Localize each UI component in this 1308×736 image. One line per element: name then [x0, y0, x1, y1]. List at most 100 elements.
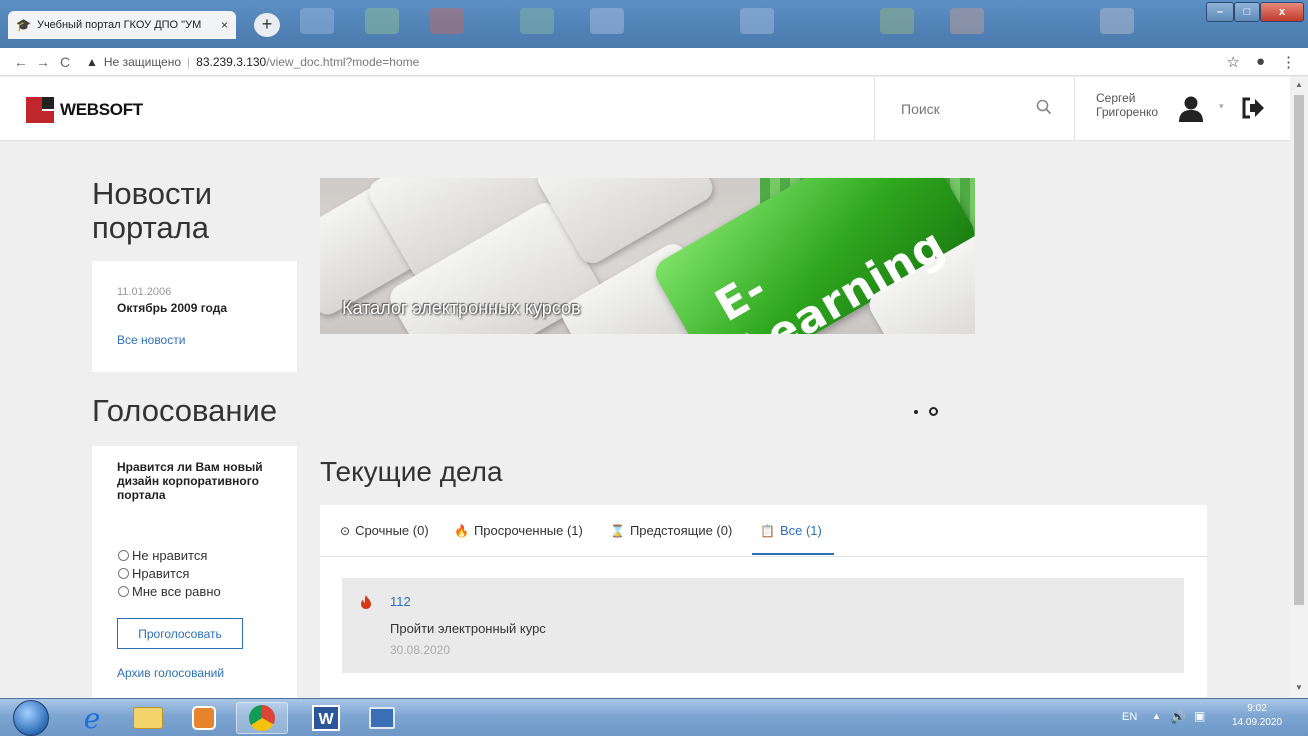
poll-option[interactable]: Мне все равно — [118, 582, 221, 600]
background-window-icon — [740, 8, 774, 34]
scroll-up-arrow-icon[interactable]: ▲ — [1295, 80, 1303, 89]
radio-button[interactable] — [118, 585, 129, 597]
search-box — [874, 77, 1074, 141]
news-date: 11.01.2006 — [117, 286, 172, 298]
file-explorer-icon[interactable] — [122, 702, 174, 734]
network-app-icon[interactable] — [356, 702, 408, 734]
websoft-logo-icon — [26, 97, 54, 123]
user-name: Сергей Григоренко — [1096, 91, 1158, 119]
clock-icon: ⊙ — [340, 523, 351, 538]
banner-caption: Каталог электронных курсов — [342, 298, 581, 318]
news-title[interactable]: Октябрь 2009 года — [117, 301, 227, 315]
profile-icon[interactable]: ● — [1256, 53, 1265, 71]
task-number-link[interactable]: 112 — [390, 594, 411, 609]
chevron-down-icon[interactable]: ▾ — [1219, 101, 1224, 112]
windows-taskbar: e W EN ▲ 🔊 ▣ 9:02 14.09.2020 — [0, 698, 1308, 736]
poll-option-label: Нравится — [132, 565, 190, 581]
browser-tab-active[interactable]: 🎓 Учебный портал ГКОУ ДПО "УМ × — [8, 11, 236, 39]
back-arrow-icon[interactable]: ← — [10, 54, 32, 70]
scroll-down-arrow-icon[interactable]: ▼ — [1295, 683, 1303, 692]
background-window-icon — [590, 8, 624, 34]
slide-dot[interactable] — [914, 409, 918, 414]
poll-option[interactable]: Нравится — [118, 564, 221, 582]
new-tab-button[interactable]: + — [254, 13, 280, 37]
window-minimize-button[interactable]: – — [1206, 2, 1234, 22]
clipboard-icon: 📋 — [760, 523, 775, 538]
volume-icon[interactable]: 🔊 — [1170, 709, 1186, 725]
poll-options: Не нравится Нравится Мне все равно — [118, 546, 221, 600]
clock[interactable]: 9:02 14.09.2020 — [1232, 702, 1282, 730]
reload-icon[interactable]: C — [54, 54, 76, 70]
clock-date: 14.09.2020 — [1232, 717, 1283, 728]
bookmark-star-icon[interactable]: ☆ — [1226, 53, 1239, 71]
slide-dot-active[interactable] — [929, 407, 938, 416]
user-menu[interactable]: Сергей Григоренко ▾ — [1074, 77, 1290, 141]
browser-tab-strip: 🎓 Учебный портал ГКОУ ДПО "УМ × + – □ x — [0, 0, 1308, 48]
portal-header: WEBSOFT Сергей Григоренко ▾ — [0, 77, 1290, 141]
websoft-logo[interactable]: WEBSOFT — [26, 97, 143, 123]
news-heading: Новости портала — [92, 176, 213, 245]
all-news-link[interactable]: Все новости — [117, 333, 185, 347]
tray-expand-icon[interactable]: ▲ — [1152, 711, 1161, 721]
tab-close-icon[interactable]: × — [221, 18, 228, 32]
tasks-heading: Текущие дела — [320, 456, 503, 487]
poll-option[interactable]: Не нравится — [118, 546, 221, 564]
task-title: Пройти электронный курс — [390, 621, 546, 636]
window-maximize-button[interactable]: □ — [1234, 2, 1260, 22]
poll-card: Нравится ли Вам новый дизайн корпоративн… — [92, 446, 297, 698]
url-host: 83.239.3.130 — [196, 54, 267, 69]
internet-explorer-icon[interactable]: e — [66, 702, 118, 735]
task-date: 30.08.2020 — [390, 643, 451, 657]
fire-icon: 🔥 — [454, 523, 469, 538]
scrollbar-thumb[interactable] — [1294, 95, 1304, 605]
tasks-tabs: ⊙ Срочные (0) 🔥 Просроченные (1) ⌛ Предс… — [320, 505, 1207, 557]
address-bar[interactable]: ▲ Не защищено | 83.239.3.130/view_doc.ht… — [86, 55, 419, 69]
poll-archive-link[interactable]: Архив голосований — [117, 666, 224, 680]
page-scrollbar[interactable]: ▲ ▼ — [1290, 77, 1308, 697]
tab-urgent[interactable]: ⊙ Срочные (0) — [340, 523, 429, 538]
poll-question: Нравится ли Вам новый дизайн корпоративн… — [117, 460, 263, 502]
background-window-icon — [430, 8, 464, 34]
tab-title: Учебный портал ГКОУ ДПО "УМ — [36, 19, 202, 31]
forward-arrow-icon[interactable]: → — [32, 54, 54, 70]
catalog-banner[interactable]: E-Learning Каталог электронных курсов — [320, 178, 975, 334]
system-tray: EN ▲ 🔊 ▣ 9:02 14.09.2020 — [1108, 699, 1308, 736]
window-close-button[interactable]: x — [1260, 2, 1304, 22]
windows-start-button[interactable] — [13, 700, 49, 736]
tab-overdue[interactable]: 🔥 Просроченные (1) — [454, 523, 583, 538]
logo-text: WEBSOFT — [60, 100, 143, 119]
menu-kebab-icon[interactable]: ⋮ — [1281, 53, 1296, 71]
tab-upcoming[interactable]: ⌛ Предстоящие (0) — [610, 523, 732, 538]
radio-button[interactable] — [118, 549, 129, 561]
active-tab-indicator — [752, 553, 834, 555]
graduation-cap-icon: 🎓 — [16, 18, 31, 32]
background-window-icon — [300, 8, 334, 34]
url-path: /view_doc.html?mode=home — [266, 54, 420, 69]
tab-label: Предстоящие (0) — [629, 523, 733, 538]
news-card: 11.01.2006 Октябрь 2009 года Все новости — [92, 261, 297, 372]
user-first-name: Сергей — [1096, 91, 1136, 105]
tasks-panel: ⊙ Срочные (0) 🔥 Просроченные (1) ⌛ Предс… — [320, 505, 1207, 697]
language-indicator[interactable]: EN — [1122, 711, 1137, 723]
media-player-icon[interactable] — [178, 702, 230, 734]
warning-triangle-icon: ▲ — [86, 54, 98, 69]
logout-icon[interactable] — [1241, 97, 1265, 119]
clock-time: 9:02 — [1247, 703, 1267, 714]
poll-option-label: Не нравится — [132, 547, 208, 563]
search-icon[interactable] — [1036, 99, 1052, 115]
poll-option-label: Мне все равно — [132, 583, 221, 599]
chrome-icon[interactable] — [236, 702, 288, 734]
network-icon[interactable]: ▣ — [1194, 709, 1205, 723]
tab-all[interactable]: 📋 Все (1) — [760, 523, 822, 538]
tab-label: Все (1) — [779, 523, 822, 538]
search-input[interactable] — [901, 101, 1031, 117]
vote-button[interactable]: Проголосовать — [117, 618, 243, 649]
tab-label: Просроченные (1) — [473, 523, 583, 538]
word-icon[interactable]: W — [300, 702, 352, 734]
radio-button[interactable] — [118, 567, 129, 579]
banner-pagination — [914, 407, 938, 416]
user-avatar-icon[interactable] — [1178, 95, 1204, 123]
task-item[interactable]: 112 Пройти электронный курс 30.08.2020 — [342, 578, 1184, 673]
browser-toolbar: ← → C ▲ Не защищено | 83.239.3.130/view_… — [0, 48, 1308, 76]
poll-heading: Голосование — [92, 393, 278, 428]
